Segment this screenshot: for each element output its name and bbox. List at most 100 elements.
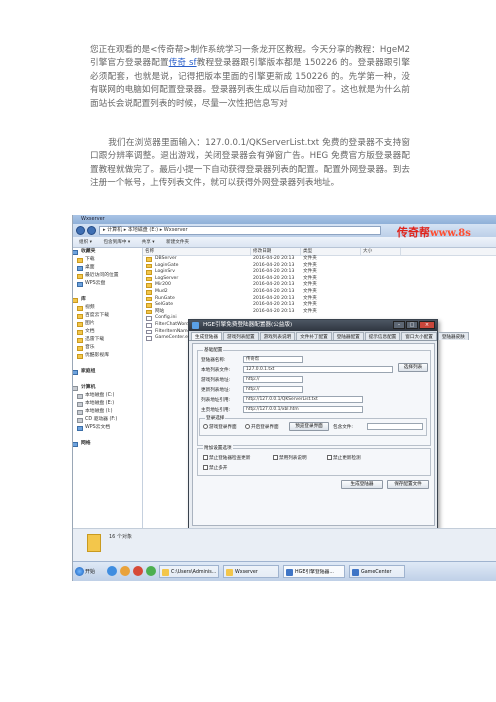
dialog-tabs: 生成登陆器 游戏列表配置 游戏列表说明 文件补丁配置 登陆器配置 提示信息配置 窗口大小配置… <box>189 331 469 341</box>
select-list-button[interactable]: 选择列表 <box>398 363 428 372</box>
checkbox-icon <box>327 455 332 460</box>
radio-game-ui[interactable]: 游戏登录界面 <box>203 424 237 430</box>
start-button[interactable]: 开始 <box>75 566 97 578</box>
save-config-button[interactable]: 保存配置文件 <box>387 480 429 489</box>
nav-item[interactable]: 收藏夹 <box>73 248 142 256</box>
article-link[interactable]: 传奇 sf <box>169 58 197 68</box>
maximize-icon[interactable]: □ <box>406 321 418 329</box>
back-icon[interactable] <box>76 226 85 235</box>
field-label: 本地列表文件: <box>201 368 231 373</box>
address-input[interactable]: ▸ 计算机 ▸ 本地磁盘 (E:) ▸ Wxserver <box>99 226 381 235</box>
nav-item[interactable]: 库 <box>73 296 142 304</box>
ie-icon[interactable] <box>107 566 117 576</box>
file-row[interactable]: Mud2 2016-04-20 20:13 文件夹 <box>143 289 496 296</box>
radio-open-ui[interactable]: 开启登录界面 <box>245 424 279 430</box>
file-row[interactable]: SelGate 2016-04-20 20:13 文件夹 <box>143 302 496 309</box>
pack-file-input[interactable] <box>367 423 423 430</box>
nav-item[interactable]: 最近访问的位置 <box>73 272 142 280</box>
nav-item-label: 库 <box>81 297 86 302</box>
field-input[interactable]: http://127.0.0.1/QKServerList.txt <box>243 396 363 403</box>
close-icon[interactable]: × <box>419 321 435 329</box>
check-no-update[interactable]: 禁止登陆器检查更新 <box>203 455 250 461</box>
file-row[interactable]: LoginGate 2016-04-20 20:13 文件夹 <box>143 263 496 270</box>
nav-item[interactable]: 本地磁盘 (E:) <box>73 400 142 408</box>
dialog-tab[interactable]: 游戏列表配置 <box>222 332 259 340</box>
field-input[interactable]: http:// <box>243 376 303 383</box>
col-size[interactable]: 大小 <box>361 248 401 256</box>
taskbar-item-wxserver[interactable]: Wxserver <box>223 565 279 578</box>
taskbar: 开始 C:\Users\Adminis... Wxserver HGE引擎登陆器… <box>73 561 496 581</box>
app-icon[interactable] <box>146 566 156 576</box>
field-input[interactable]: 传奇帮 <box>243 356 303 363</box>
radio-open-ui-label: 开启登录界面 <box>251 425 279 430</box>
col-type[interactable]: 类型 <box>301 248 361 256</box>
taskbar-item-users[interactable]: C:\Users\Adminis... <box>159 565 219 578</box>
nav-item[interactable]: 桌面 <box>73 264 142 272</box>
folder-icon <box>146 283 152 288</box>
check-no-desc[interactable]: 禁用列表说明 <box>273 455 307 461</box>
check-no-desc-label: 禁用列表说明 <box>279 456 307 461</box>
check-no-detect[interactable]: 禁止更新检测 <box>327 455 361 461</box>
field-input[interactable]: http:// <box>243 386 303 393</box>
col-date[interactable]: 修改日期 <box>251 248 301 256</box>
app-icon <box>352 569 359 576</box>
nav-item[interactable]: 网络 <box>73 440 142 448</box>
dialog-tab[interactable]: 窗口大小配置 <box>401 332 437 340</box>
taskbar-item-hge[interactable]: HGE引擎登陆器... <box>283 565 345 578</box>
dialog-tab[interactable]: 生成登陆器 <box>191 332 222 340</box>
generate-launcher-button[interactable]: 生成登陆器 <box>341 480 383 489</box>
navigation-pane: 收藏夹 下载 桌面 最近访问的位置 WPS云盘库视频 百度云下载 图片 文档 迅雷下载 音乐 优酷影… <box>73 248 143 528</box>
folder-icon <box>73 298 78 303</box>
nav-item[interactable]: 视频 <box>73 304 142 312</box>
file-row[interactable]: Mir200 2016-04-20 20:13 文件夹 <box>143 282 496 289</box>
minimize-icon[interactable]: – <box>393 321 405 329</box>
file-row[interactable]: RunGate 2016-04-20 20:13 文件夹 <box>143 296 496 303</box>
intro-paragraph: 您正在观看的是<传奇帮>制作系统学习一条龙开区教程。今天分享的教程：HgeM2 … <box>90 44 410 111</box>
taskbar-item-gamecenter[interactable]: GameCenter <box>349 565 405 578</box>
nav-item[interactable]: 本地磁盘 (C:) <box>73 392 142 400</box>
nav-item[interactable]: 本地磁盘 (I:) <box>73 408 142 416</box>
new-folder-button[interactable]: 新建文件夹 <box>166 240 189 245</box>
nav-item[interactable]: 迅雷下载 <box>73 336 142 344</box>
forward-icon[interactable] <box>87 226 96 235</box>
taskbar-item-label: GameCenter <box>361 570 392 575</box>
organize-button[interactable]: 组织 ▾ <box>79 240 92 245</box>
dialog-tab[interactable]: 文件补丁配置 <box>296 332 332 340</box>
check-no-multi[interactable]: 禁止多开 <box>203 465 227 471</box>
col-name[interactable]: 名称 <box>143 248 251 256</box>
firefox-icon[interactable] <box>120 566 130 576</box>
nav-item[interactable]: 下载 <box>73 256 142 264</box>
drive-icon <box>73 386 78 391</box>
dialog-tab[interactable]: 游戏列表说明 <box>259 332 296 340</box>
nav-item[interactable]: 文档 <box>73 328 142 336</box>
include-library-button[interactable]: 包含到库中 ▾ <box>103 240 130 245</box>
nav-item[interactable]: 计算机 <box>73 384 142 392</box>
chrome-icon[interactable] <box>133 566 143 576</box>
file-icon <box>146 316 152 321</box>
nav-item[interactable]: CD 驱动器 (F:) <box>73 416 142 424</box>
file-row[interactable]: LogServer 2016-04-20 20:13 文件夹 <box>143 276 496 283</box>
share-button[interactable]: 共享 ▾ <box>142 240 155 245</box>
file-icon <box>146 329 152 335</box>
file-name: Mir200 <box>155 282 171 288</box>
nav-item[interactable]: WPS云盘 <box>73 280 142 288</box>
file-row[interactable]: DBServer 2016-04-20 20:13 文件夹 <box>143 256 496 263</box>
field-input[interactable]: 127.0.0.1.txt <box>243 366 393 373</box>
nav-item[interactable]: 百度云下载 <box>73 312 142 320</box>
dialog-tab[interactable]: 登陆器皮肤 <box>437 332 469 340</box>
nav-item <box>73 376 142 384</box>
nav-item-label: 本地磁盘 (E:) <box>85 401 115 406</box>
dialog-tab[interactable]: 提示信息配置 <box>364 332 401 340</box>
nav-item[interactable]: 优酷影视库 <box>73 352 142 360</box>
file-row[interactable]: 网站 2016-04-20 20:13 文件夹 <box>143 309 496 316</box>
nav-item[interactable]: 图片 <box>73 320 142 328</box>
nav-item[interactable]: 家庭组 <box>73 368 142 376</box>
field-input[interactable]: http://127.0.0.1/xbl.htm <box>243 406 363 413</box>
nav-item[interactable]: WPS云文档 <box>73 424 142 432</box>
preview-login-button[interactable]: 预览登录界面 <box>289 422 329 431</box>
file-type: 文件夹 <box>303 302 317 308</box>
file-row[interactable]: LoginSrv 2016-04-20 20:13 文件夹 <box>143 269 496 276</box>
nav-item[interactable]: 音乐 <box>73 344 142 352</box>
dialog-tab[interactable]: 登陆器配置 <box>332 332 364 340</box>
checkbox-icon <box>203 455 208 460</box>
